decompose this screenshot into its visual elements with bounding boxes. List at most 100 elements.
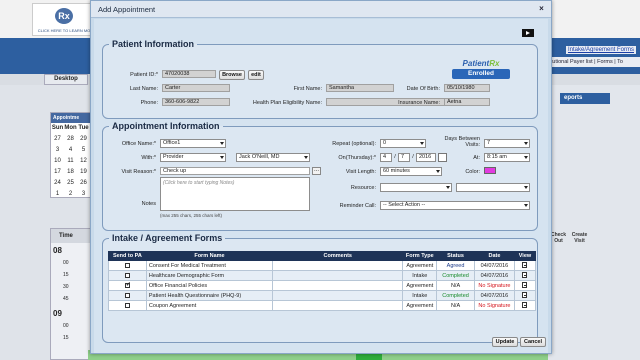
calendar-date[interactable]: 18 — [64, 167, 77, 178]
schedule-minute: 30 — [63, 284, 69, 290]
create-visit-header: Create Visit — [571, 232, 588, 244]
app-menu[interactable]: titutional Payer list | Forms | To — [545, 57, 640, 67]
forms-table-header: Send to PA Form Name Comments Form Type … — [108, 251, 537, 261]
schedule-minute: 45 — [63, 296, 69, 302]
form-name-cell: Healthcare Demographic Form — [145, 270, 274, 281]
send-to-pa-checkbox[interactable] — [124, 282, 130, 288]
view-cell — [513, 290, 537, 301]
calendar-date[interactable]: 12 — [77, 156, 90, 167]
calendar-date[interactable]: 3 — [77, 189, 90, 200]
form-type-cell: Intake — [402, 290, 438, 301]
enrolled-status: Enrolled — [452, 69, 510, 79]
form-row: Office Financial Policies AgreementN/ANo … — [108, 280, 537, 291]
comments-cell — [272, 280, 404, 291]
days-between-select[interactable]: 7 — [484, 139, 530, 148]
visit-reason-field[interactable]: Check up — [160, 167, 310, 175]
forms-table: Send to PA Form Name Comments Form Type … — [108, 251, 537, 311]
send-to-pa-checkbox[interactable] — [124, 272, 130, 278]
calendar-date[interactable]: 29 — [77, 134, 90, 145]
visit-length-select[interactable]: 60 minutes — [380, 167, 442, 176]
day-select[interactable]: 7 — [398, 153, 410, 162]
chevron-down-icon — [524, 156, 528, 159]
view-document-icon[interactable] — [522, 281, 528, 288]
chevron-down-icon — [420, 142, 424, 145]
calendar-date[interactable]: 5 — [77, 145, 90, 156]
phone-field: 360-606-9822 — [162, 98, 230, 106]
send-to-pa-checkbox[interactable] — [124, 262, 130, 268]
calendar-date[interactable]: 3 — [51, 145, 64, 156]
calendar-date[interactable]: 11 — [64, 156, 77, 167]
chevron-down-icon — [524, 204, 528, 207]
view-document-icon[interactable] — [522, 271, 528, 278]
tab-desktop[interactable]: Desktop — [44, 74, 88, 85]
add-appointment-dialog: Add Appointment × Patient Information Pa… — [90, 0, 552, 354]
color-swatch[interactable] — [484, 167, 496, 174]
comments-cell — [272, 270, 404, 281]
send-to-pa-checkbox[interactable] — [124, 292, 130, 298]
form-row: Patient Health Questionnaire (PHQ-9) Inta… — [108, 290, 537, 301]
update-button[interactable]: Update — [492, 337, 518, 347]
with-type-select[interactable]: Provider — [160, 153, 226, 162]
chevron-down-icon — [524, 142, 528, 145]
patient-id-field: 47020038 — [162, 70, 216, 78]
intake-agreement-forms-link[interactable]: Intake/Agreement Forms — [565, 46, 636, 54]
calendar-date[interactable]: 17 — [51, 167, 64, 178]
intake-forms-legend: Intake / Agreement Forms — [112, 233, 223, 243]
month-select[interactable]: 4 — [380, 153, 392, 162]
cancel-button[interactable]: Cancel — [520, 337, 546, 347]
chevron-down-icon — [524, 186, 528, 189]
form-type-cell: Agreement — [402, 260, 438, 271]
calendar-date[interactable]: 1 — [51, 189, 64, 200]
col-date: Date — [473, 251, 515, 261]
edit-button[interactable]: edit — [248, 70, 264, 80]
reports-button[interactable]: eports — [560, 93, 610, 104]
status-cell: N/A — [436, 300, 475, 311]
calendar-date[interactable]: 26 — [77, 178, 90, 189]
view-document-icon[interactable] — [522, 261, 528, 268]
on-date-label: On(Thursday):* — [338, 155, 376, 161]
video-help-icon[interactable] — [522, 29, 534, 37]
visit-reason-lookup-button[interactable]: ... — [312, 167, 321, 175]
notes-textarea[interactable]: (Click here to start typing Notes) — [160, 177, 310, 211]
calendar-date[interactable]: 19 — [77, 167, 90, 178]
reminder-call-select[interactable]: -- Select Action -- — [380, 201, 530, 210]
view-document-icon[interactable] — [522, 301, 528, 308]
schedule-right-headers: Check OutCreate Visit — [548, 232, 592, 244]
calendar-header: Appointme — [51, 113, 91, 123]
chevron-down-icon — [220, 142, 224, 145]
calendar-date[interactable]: 28 — [64, 134, 77, 145]
chevron-down-icon — [446, 186, 450, 189]
dialog-titlebar[interactable]: Add Appointment × — [91, 1, 551, 18]
dialog-content: Patient Information Patient ID:* 4702003… — [94, 19, 548, 353]
logo-banner[interactable]: Rx CLICK HERE TO LEARN MO — [32, 3, 94, 36]
patient-information-legend: Patient Information — [112, 39, 195, 49]
calendar-day-header: Tue — [78, 125, 89, 131]
form-name-cell: Consent For Medical Treatment — [145, 260, 274, 271]
time-select[interactable]: 8:15 am — [484, 153, 530, 162]
browse-button[interactable]: Browse — [219, 70, 245, 80]
resource-select[interactable] — [380, 183, 452, 192]
form-name-cell: Patient Health Questionnaire (PHQ-9) — [145, 290, 274, 301]
days-between-label: Days Between Visits: — [444, 136, 480, 148]
calendar-date[interactable]: 10 — [51, 156, 64, 167]
send-to-pa-checkbox[interactable] — [124, 302, 130, 308]
right-panel — [546, 85, 640, 360]
form-name-cell: Coupon Agreement — [145, 300, 274, 311]
close-icon[interactable]: × — [536, 4, 547, 14]
calendar-date[interactable]: 25 — [64, 178, 77, 189]
resource-select-2[interactable] — [456, 183, 530, 192]
health-plan-label: Health Plan Eligibility Name: — [252, 100, 322, 106]
form-row: Consent For Medical Treatment Agreement Ag… — [108, 260, 537, 271]
calendar-date[interactable]: 24 — [51, 178, 64, 189]
calendar-date[interactable]: 27 — [51, 134, 64, 145]
calendar-icon[interactable] — [438, 153, 447, 162]
calendar-date[interactable]: 4 — [64, 145, 77, 156]
office-select[interactable]: Office1 — [160, 139, 226, 148]
patient-rx-logo: PatientRx — [462, 59, 500, 68]
logo-mark: Rx — [55, 8, 73, 24]
view-document-icon[interactable] — [522, 291, 528, 298]
provider-select[interactable]: Jack O'Neill, MD — [236, 153, 310, 162]
year-select[interactable]: 2016 — [416, 153, 436, 162]
repeat-select[interactable]: 0 — [380, 139, 426, 148]
calendar-date[interactable]: 2 — [64, 189, 77, 200]
